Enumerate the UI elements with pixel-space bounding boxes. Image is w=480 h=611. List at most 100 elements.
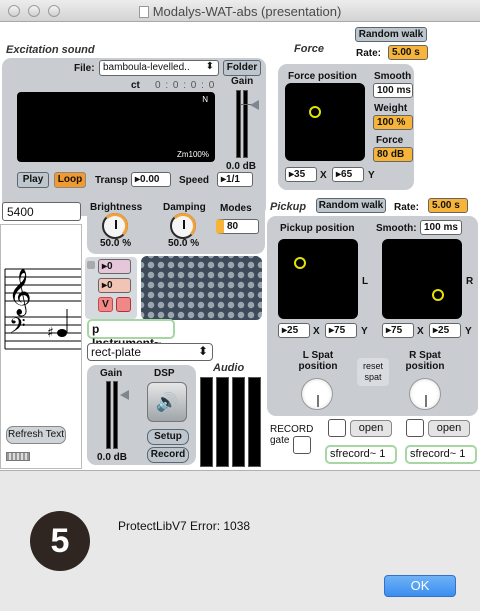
force-y-number[interactable]: ▸65 bbox=[332, 167, 364, 182]
force-x-value: 35 bbox=[294, 169, 306, 180]
pickup-r-cursor[interactable] bbox=[432, 289, 444, 301]
force-title: Force bbox=[294, 43, 324, 55]
record-toggle-2[interactable] bbox=[406, 419, 424, 437]
ct-label: ct bbox=[131, 80, 140, 91]
damping-value: 50.0 % bbox=[168, 238, 200, 249]
force-amount-number[interactable]: 80 dB bbox=[373, 147, 413, 162]
red-toggle[interactable] bbox=[116, 297, 131, 312]
speed-number[interactable]: ▸1/1 bbox=[217, 172, 253, 187]
l-spat-dial[interactable] bbox=[301, 378, 333, 410]
pickup-ry-label: Y bbox=[465, 326, 472, 337]
record-toggle-1[interactable] bbox=[328, 419, 346, 437]
brightness-label: Brightness bbox=[90, 202, 143, 213]
instrument-menu-value: rect-plate bbox=[91, 345, 142, 359]
weight-number[interactable]: 100 % bbox=[373, 115, 413, 130]
pickup-rate-number[interactable]: 5.00 s bbox=[428, 198, 468, 213]
force-position-pad[interactable] bbox=[285, 83, 365, 161]
patcher-canvas: Excitation sound File: bamboula-levelled… bbox=[0, 22, 480, 471]
refresh-text-button[interactable]: Refresh Text bbox=[6, 426, 66, 444]
pickup-title: Pickup bbox=[270, 201, 307, 213]
sfrecord-object-2[interactable]: sfrecord~ 1 bbox=[405, 445, 477, 464]
record-gate-toggle[interactable] bbox=[293, 436, 311, 454]
excitation-gain-meter-left bbox=[236, 90, 241, 158]
error-dialog: 5 ProtectLibV7 Error: 1038 OK bbox=[0, 470, 480, 611]
bass-clef-icon: 𝄢 bbox=[9, 314, 26, 344]
pickup-ly-number[interactable]: ▸75 bbox=[325, 323, 357, 338]
instrument-number-1[interactable]: ▸0 bbox=[98, 259, 131, 274]
brightness-knob[interactable] bbox=[102, 213, 128, 239]
treble-clef-icon: 𝄞 bbox=[8, 269, 32, 317]
r-spat-dial[interactable] bbox=[409, 378, 441, 410]
sfrecord-object-1[interactable]: sfrecord~ 1 bbox=[325, 445, 397, 464]
modes-label: Modes bbox=[220, 203, 252, 214]
pickup-position-label: Pickup position bbox=[280, 223, 355, 234]
force-x-label: X bbox=[320, 170, 327, 181]
transp-value: 0.00 bbox=[140, 174, 160, 185]
updown-arrows-icon: ⬍ bbox=[205, 61, 214, 72]
play-button[interactable]: Play bbox=[17, 172, 49, 188]
pickup-r-pad[interactable] bbox=[382, 239, 462, 319]
file-label: File: bbox=[74, 63, 95, 74]
setup-button[interactable]: Setup bbox=[147, 429, 189, 445]
pickup-l-pad[interactable] bbox=[278, 239, 358, 319]
record-button[interactable]: Record bbox=[147, 447, 189, 463]
pickup-ly-label: Y bbox=[361, 326, 368, 337]
matrix-grid[interactable] bbox=[141, 256, 262, 320]
damping-label: Damping bbox=[163, 202, 206, 213]
sharp-icon: ♯ bbox=[47, 325, 54, 341]
force-rate-label: Rate: bbox=[356, 48, 382, 59]
transp-number[interactable]: ▸0.00 bbox=[131, 172, 171, 187]
pickup-random-walk-button[interactable]: Random walk bbox=[316, 198, 386, 213]
bang-button[interactable] bbox=[87, 261, 95, 269]
resize-grip-icon[interactable] bbox=[6, 452, 30, 461]
ok-button[interactable]: OK bbox=[384, 575, 456, 597]
force-smooth-number[interactable]: 100 ms bbox=[373, 83, 413, 98]
audio-title: Audio bbox=[213, 362, 245, 374]
v-button[interactable]: V bbox=[98, 297, 113, 312]
force-rate-number[interactable]: 5.00 s bbox=[388, 45, 428, 60]
app-icon: 5 bbox=[30, 511, 90, 571]
instrument-object[interactable]: p Instrument~ bbox=[87, 319, 175, 350]
pickup-rx-number[interactable]: ▸75 bbox=[382, 323, 414, 338]
pickup-rx-label: X bbox=[417, 326, 424, 337]
speaker-icon[interactable]: 🔊 bbox=[147, 382, 187, 422]
brightness-value: 50.0 % bbox=[100, 238, 132, 249]
error-message: ProtectLibV7 Error: 1038 bbox=[118, 519, 251, 533]
pickup-r-label: R bbox=[466, 276, 474, 287]
modes-number[interactable]: 80 bbox=[216, 219, 259, 234]
file-menu-value: bamboula-levelled.. bbox=[103, 62, 190, 73]
pickup-ry-value: 25 bbox=[438, 325, 450, 336]
open-button-2[interactable]: open bbox=[428, 420, 470, 437]
audio-meter-1 bbox=[200, 377, 213, 467]
l-spat-needle bbox=[317, 395, 319, 407]
open-button-1[interactable]: open bbox=[350, 420, 392, 437]
loop-toggle[interactable]: Loop bbox=[54, 172, 86, 188]
instrument-number-2[interactable]: ▸0 bbox=[98, 278, 131, 293]
force-random-walk-button[interactable]: Random walk bbox=[355, 27, 427, 42]
audio-gain-meter-left bbox=[106, 381, 111, 449]
pickup-ry-number[interactable]: ▸25 bbox=[429, 323, 461, 338]
force-y-label: Y bbox=[368, 170, 375, 181]
instrument-menu[interactable]: rect-plate ⬍ bbox=[87, 343, 213, 361]
file-menu[interactable]: bamboula-levelled.. ⬍ bbox=[99, 60, 219, 76]
gain-slider-handle[interactable] bbox=[250, 100, 259, 110]
window-title: Modalys-WAT-abs (presentation) bbox=[0, 4, 480, 19]
waveform-display[interactable]: N Zm100% bbox=[17, 92, 215, 162]
force-cursor[interactable] bbox=[309, 106, 321, 118]
audio-gain-value: 0.0 dB bbox=[97, 452, 128, 463]
pitch-number-box[interactable]: 5400 bbox=[2, 202, 81, 221]
pickup-lx-value: 25 bbox=[287, 325, 299, 336]
folder-button[interactable]: Folder bbox=[223, 60, 261, 76]
pickup-lx-number[interactable]: ▸25 bbox=[278, 323, 310, 338]
transp-label: Transp bbox=[95, 175, 128, 186]
damping-knob[interactable] bbox=[170, 213, 196, 239]
excitation-gain-label: Gain bbox=[231, 76, 254, 87]
pickup-rate-label: Rate: bbox=[394, 202, 420, 213]
force-x-number[interactable]: ▸35 bbox=[285, 167, 317, 182]
excitation-gain-value: 0.0 dB bbox=[226, 161, 257, 172]
pickup-l-cursor[interactable] bbox=[294, 257, 306, 269]
pickup-smooth-number[interactable]: 100 ms bbox=[420, 220, 462, 235]
zoom-readout: Zm100% bbox=[176, 150, 209, 159]
reset-spat-button[interactable]: reset spat bbox=[357, 358, 389, 386]
audio-gain-handle[interactable] bbox=[120, 390, 129, 400]
